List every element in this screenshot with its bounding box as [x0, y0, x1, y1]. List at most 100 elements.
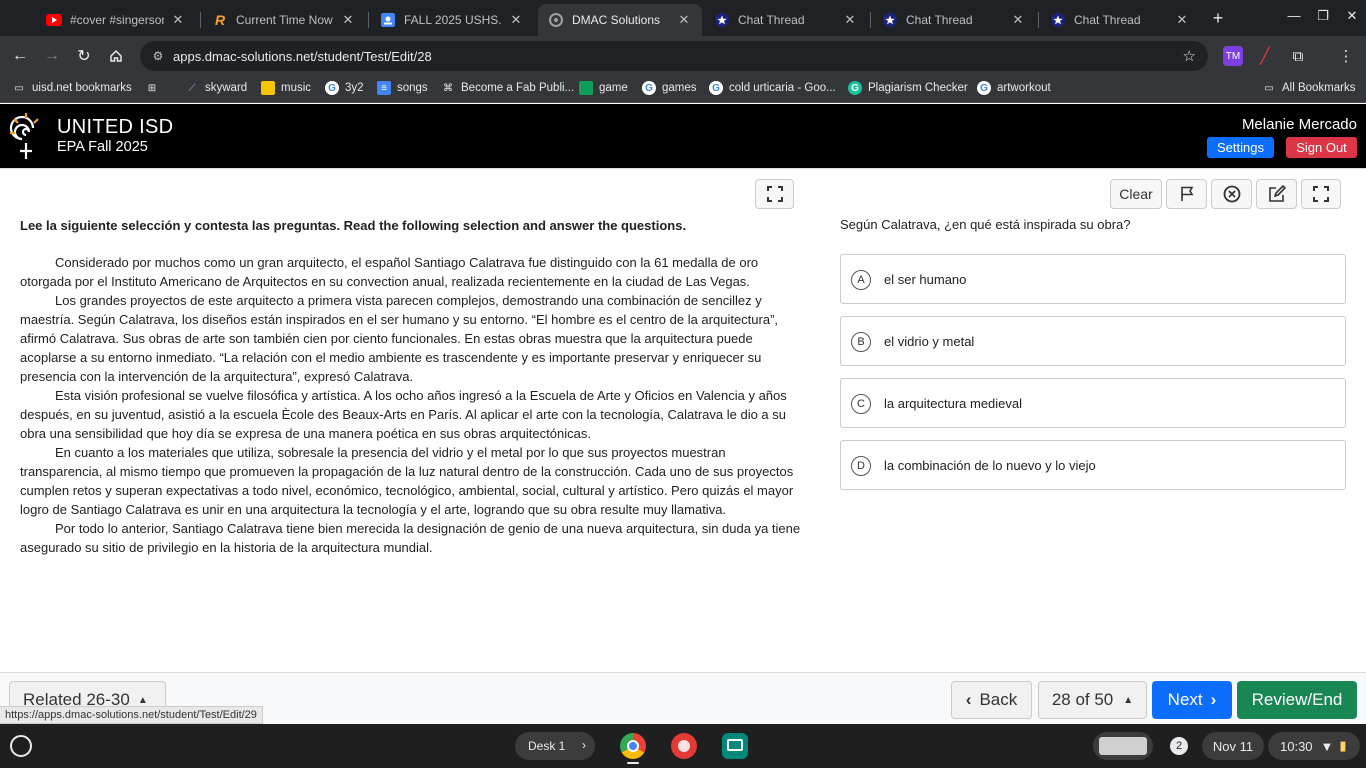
notes-button[interactable] — [1256, 179, 1297, 209]
notification-badge[interactable]: 2 — [1166, 732, 1192, 760]
address-bar[interactable]: ⚙ apps.dmac-solutions.net/student/Test/E… — [140, 41, 1208, 71]
chevron-right-icon: › — [582, 738, 586, 752]
page-selector[interactable]: 28 of 50 ▲ — [1038, 681, 1147, 719]
passage-instructions: Lee la siguiente selección y contesta la… — [20, 218, 687, 233]
bookmark-item[interactable]: Ggames — [642, 81, 697, 95]
bookmark-item[interactable]: Gcold urticaria - Goo... — [709, 81, 836, 95]
forward-arrow-icon[interactable]: → — [42, 46, 62, 66]
star-icon — [882, 12, 898, 28]
browser-tab[interactable]: R Current Time Now - W ✕ — [202, 4, 366, 36]
google-icon: G — [977, 81, 991, 95]
date-tray[interactable]: Nov 11 — [1202, 732, 1264, 760]
answer-choice-d[interactable]: D la combinación de lo nuevo y lo viejo — [840, 440, 1346, 490]
classroom-app-icon[interactable] — [722, 733, 748, 759]
thumbnail-preview — [1099, 737, 1147, 755]
bookmark-star-icon[interactable]: ☆ — [1183, 47, 1196, 65]
browser-tab[interactable]: Chat Thread ✕ — [872, 4, 1036, 36]
chevron-right-icon: › — [1210, 690, 1217, 709]
bookmark-item[interactable]: game — [579, 81, 628, 95]
close-icon[interactable]: ✕ — [340, 12, 356, 28]
next-label: Next — [1167, 690, 1203, 709]
bookmark-item[interactable]: ≡ songs — [377, 81, 428, 95]
close-icon[interactable]: ✕ — [842, 12, 858, 28]
chrome-icon[interactable] — [620, 733, 646, 759]
clock-time: 10:30 — [1280, 738, 1313, 754]
bookmark-item[interactable]: ⌘ Become a Fab Publi... — [441, 81, 574, 95]
extensions-puzzle-icon[interactable]: ⧉ — [1288, 46, 1308, 66]
tab-separator — [368, 12, 369, 28]
folder-icon: ▭ — [1264, 82, 1274, 94]
question-text: Según Calatrava, ¿en qué está inspirada … — [840, 217, 1131, 232]
org-name: UNITED ISD — [57, 116, 174, 138]
bookmark-item[interactable]: G 3y2 — [325, 81, 364, 95]
back-button[interactable]: ‹ Back — [951, 681, 1032, 719]
restore-icon[interactable]: ❐ — [1313, 8, 1333, 24]
dmac-icon — [548, 12, 564, 28]
active-app-indicator — [627, 762, 639, 764]
bookmark-item[interactable]: Gartworkout — [977, 81, 1051, 95]
expand-passage-button[interactable] — [755, 179, 794, 209]
bookmark-folder[interactable]: music — [261, 81, 311, 95]
bookmark-label: uisd.net bookmarks — [32, 82, 132, 94]
home-icon[interactable] — [106, 46, 126, 66]
browser-tab[interactable]: Chat Thread ✕ — [1040, 4, 1200, 36]
choice-text: el ser humano — [884, 272, 967, 287]
edit-icon — [1268, 185, 1286, 202]
sheets-icon — [579, 81, 593, 95]
all-bookmarks[interactable]: ▭ All Bookmarks — [1262, 81, 1355, 95]
bookmark-folder[interactable]: ▭ uisd.net bookmarks — [12, 81, 132, 95]
browser-tab[interactable]: FALL 2025 USHS.EN ✕ — [370, 4, 534, 36]
bookmark-item[interactable]: G Plagiarism Checker — [848, 81, 968, 95]
pen-extension-icon[interactable]: ╱ — [1255, 46, 1275, 66]
reload-icon[interactable]: ↻ — [74, 46, 94, 66]
choice-letter: B — [851, 332, 871, 352]
review-end-button[interactable]: Review/End — [1237, 681, 1357, 719]
docs-icon: ≡ — [377, 81, 391, 95]
google-icon: G — [325, 81, 339, 95]
site-settings-icon[interactable]: ⚙ — [150, 48, 166, 64]
close-icon[interactable]: ✕ — [170, 12, 186, 28]
next-button[interactable]: Next › — [1152, 681, 1232, 719]
menu-kebab-icon[interactable]: ⋮ — [1336, 46, 1356, 66]
holding-space-tray[interactable] — [1093, 732, 1153, 760]
close-window-icon[interactable]: ✕ — [1342, 8, 1362, 24]
bookmark-apps[interactable]: ⊞ — [145, 81, 165, 95]
browser-tab[interactable]: #cover #singersongw ✕ — [36, 4, 196, 36]
system-tray[interactable]: 10:30 ▼ ▮ — [1268, 732, 1360, 760]
sign-out-button[interactable]: Sign Out — [1286, 137, 1357, 158]
new-tab-button[interactable]: + — [1208, 8, 1228, 28]
clear-button[interactable]: Clear — [1110, 179, 1162, 209]
minimize-icon[interactable]: — — [1284, 8, 1304, 23]
launcher-icon[interactable] — [10, 735, 32, 757]
bookmark-item[interactable]: ⟋ skyward — [185, 81, 248, 95]
paint-app-icon[interactable] — [671, 733, 697, 759]
expand-question-button[interactable] — [1301, 179, 1341, 209]
close-icon[interactable]: ✕ — [508, 12, 524, 28]
extension-icon[interactable]: TM — [1223, 46, 1243, 66]
grammarly-icon: G — [848, 81, 862, 95]
tab-title: #cover #singersongw — [70, 13, 164, 27]
close-icon[interactable]: ✕ — [1174, 12, 1190, 28]
settings-button[interactable]: Settings — [1207, 137, 1274, 158]
answer-choice-c[interactable]: C la arquitectura medieval — [840, 378, 1346, 428]
flag-button[interactable] — [1166, 179, 1207, 209]
choice-letter: D — [851, 456, 871, 476]
tab-title: Chat Thread — [738, 13, 805, 27]
browser-tab-active[interactable]: DMAC Solutions ✕ — [538, 4, 702, 36]
answer-choice-b[interactable]: B el vidrio y metal — [840, 316, 1346, 366]
tab-separator — [870, 12, 871, 28]
close-icon[interactable]: ✕ — [676, 12, 692, 28]
tab-title: DMAC Solutions — [572, 13, 661, 27]
r-logo-icon: R — [214, 12, 226, 28]
youtube-icon — [46, 12, 62, 28]
eliminate-button[interactable] — [1211, 179, 1252, 209]
answer-choice-a[interactable]: A el ser humano — [840, 254, 1346, 304]
back-arrow-icon[interactable]: ← — [10, 46, 30, 66]
choice-text: la arquitectura medieval — [884, 396, 1023, 411]
desk-switcher[interactable]: Desk 1 › — [515, 732, 595, 760]
close-icon[interactable]: ✕ — [1010, 12, 1026, 28]
bookmark-label: game — [599, 82, 628, 94]
test-content: Clear Lee la siguiente selección y conte… — [0, 168, 1366, 672]
star-icon — [714, 12, 730, 28]
browser-tab[interactable]: Chat Thread ✕ — [704, 4, 868, 36]
